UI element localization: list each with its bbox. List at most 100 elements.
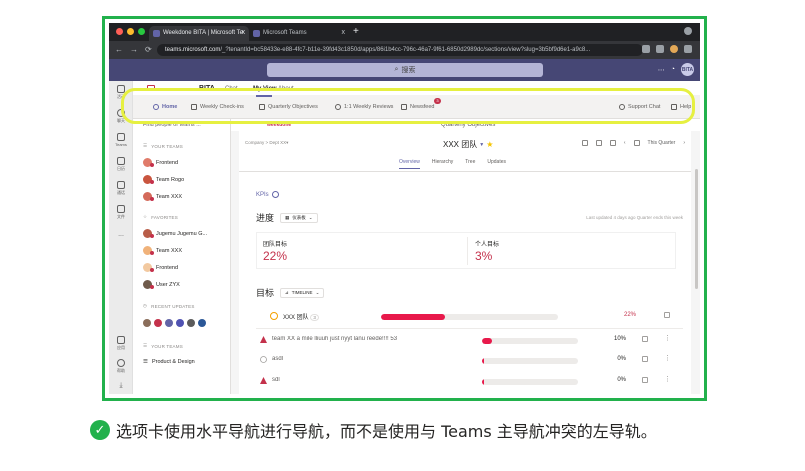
rail-item-calendar[interactable]: 日历 <box>109 157 133 172</box>
search-input[interactable]: ⌕ 搜索 <box>267 63 543 77</box>
bell-icon[interactable]: ◔ <box>671 66 675 73</box>
list-item[interactable]: Jugemu Jugemu G... <box>143 229 207 238</box>
rail-item-calls[interactable]: 通话 <box>109 181 133 196</box>
rail-item-teams[interactable]: Teams <box>109 133 133 147</box>
rail-item-files[interactable]: 文件 <box>109 205 133 220</box>
download-icon[interactable]: ⤓ <box>109 382 133 390</box>
reload-icon[interactable]: ⟳ <box>145 45 152 54</box>
list-item[interactable]: Team XXX <box>143 192 182 201</box>
dashboard-dropdown[interactable]: ▦ 仪表板 ⌄ <box>280 212 318 223</box>
tab-close-icon[interactable]: x <box>342 29 346 36</box>
row-label: team XX a mile lliuuh just nyyt lanu ree… <box>272 336 398 342</box>
team-avatar-icon <box>143 158 154 167</box>
list-item[interactable]: Team XXX <box>143 246 182 255</box>
external-link-icon[interactable] <box>642 336 648 342</box>
table-row[interactable]: sdl 0% ⋮ <box>256 372 683 392</box>
kpis-link[interactable]: KPIs <box>256 191 279 198</box>
list-item[interactable]: Frontend <box>143 263 178 272</box>
team-avatar-icon <box>143 263 154 272</box>
url-path: /_?tenantId=bc58433e-e88-4fc7-b11e-39fd4… <box>220 47 591 53</box>
window-controls[interactable] <box>116 28 145 35</box>
close-window-icon[interactable] <box>116 28 123 35</box>
table-row[interactable]: team XX a mile lliuuh just nyyt lanu ree… <box>256 331 683 351</box>
forward-icon[interactable]: → <box>130 45 138 54</box>
back-icon[interactable]: ← <box>115 45 123 54</box>
rail-item-more[interactable]: ... <box>109 231 133 238</box>
avatar[interactable] <box>176 319 184 327</box>
avatar[interactable] <box>154 319 162 327</box>
comment-icon[interactable] <box>609 140 616 146</box>
app-area: BITA Chat My View About Home Weekly Chec… <box>133 81 700 394</box>
browser-tab-bar: Weekdone BITA | Microsoft Te x Microsoft… <box>109 23 700 41</box>
ellipsis-icon[interactable]: ⋯ <box>658 66 665 74</box>
browser-tab-weekdone[interactable]: Weekdone BITA | Microsoft Te x <box>149 26 249 41</box>
team-avatar-icon <box>143 192 154 201</box>
subtab-overview[interactable]: Overview <box>399 159 420 169</box>
chevron-right-icon[interactable]: › <box>683 140 685 146</box>
chevron-left-icon[interactable]: ‹ <box>624 140 626 146</box>
chart-icon: ⊿ <box>285 289 289 295</box>
progress-bar <box>482 379 578 385</box>
subtab-hierarchy[interactable]: Hierarchy <box>432 159 453 169</box>
list-item[interactable]: Team Rogo <box>143 175 184 184</box>
table-row[interactable]: XXX 团队 3 22% <box>256 307 683 327</box>
scrollbar[interactable] <box>695 169 698 289</box>
more-options-icon[interactable]: ⋮ <box>664 334 671 342</box>
browser-menu-icon[interactable] <box>684 27 692 35</box>
progress-bar <box>482 338 578 344</box>
team-avatar-icon <box>143 246 154 255</box>
rail-label: 日历 <box>117 166 125 171</box>
browser-tab-teams[interactable]: Microsoft Teams x <box>249 26 349 41</box>
more-options-icon[interactable]: ⋮ <box>664 354 671 362</box>
section-favorites: ☆ FAVORITES <box>143 214 178 220</box>
list-item[interactable]: ☰ Product & Design <box>143 359 195 365</box>
user-avatar[interactable]: BITA <box>681 63 694 76</box>
url-input[interactable]: teams.microsoft.com/_?tenantId=bc58433e-… <box>157 44 643 56</box>
progress-title: 进度 <box>256 213 275 223</box>
more-options-icon[interactable]: ⋮ <box>664 375 671 383</box>
calendar-icon <box>117 157 125 165</box>
export-icon[interactable] <box>581 140 588 146</box>
team-title[interactable]: XXX 团队 ▼ ★ <box>443 139 493 150</box>
list-item[interactable]: User ZYX <box>143 280 180 289</box>
avatar[interactable] <box>187 319 195 327</box>
quarter-selector[interactable]: This Quarter <box>648 140 676 146</box>
divider <box>239 171 691 172</box>
section-your-teams-2: ☰ YOUR TEAMS <box>143 343 183 349</box>
avatar[interactable] <box>143 319 151 327</box>
timeline-dropdown[interactable]: ⊿ TIMELINE ⌄ <box>280 287 325 298</box>
avatar[interactable] <box>198 319 206 327</box>
collapse-icon[interactable] <box>664 312 670 318</box>
avatar[interactable] <box>165 319 173 327</box>
breadcrumb[interactable]: Company > Dept XX▾ <box>245 140 288 146</box>
rail-label: 文件 <box>117 214 125 219</box>
subtab-updates[interactable]: Updates <box>487 159 506 169</box>
team-goal-label: 团队目标 <box>263 242 288 248</box>
teams-left-rail: 活动 聊天 Teams 日历 通话 文件 ... 应用 帮助 ⤓ <box>109 81 133 394</box>
star-icon[interactable]: ★ <box>486 140 493 149</box>
rail-label: 通话 <box>117 190 125 195</box>
help-icon <box>117 359 125 367</box>
recent-avatars <box>143 319 206 327</box>
extensions-icon[interactable] <box>656 45 664 53</box>
rail-item-help[interactable]: 帮助 <box>109 359 133 374</box>
star-icon: ☆ <box>143 214 148 219</box>
rail-item-apps[interactable]: 应用 <box>109 336 133 351</box>
external-link-icon[interactable] <box>642 356 648 362</box>
tab-close-icon[interactable]: x <box>242 29 246 36</box>
table-row[interactable]: asdl 0% ⋮ <box>256 351 683 371</box>
kebab-menu-icon[interactable] <box>684 45 692 53</box>
list-item[interactable]: Frontend <box>143 158 178 167</box>
profile-avatar-icon[interactable] <box>670 45 678 53</box>
share-icon[interactable] <box>595 140 602 146</box>
goals-title: 目标 <box>256 288 275 298</box>
teams-header-right: ⋯ ◔ BITA <box>658 63 694 76</box>
maximize-window-icon[interactable] <box>138 28 145 35</box>
minimize-window-icon[interactable] <box>127 28 134 35</box>
bookmark-star-icon[interactable] <box>642 45 650 53</box>
new-tab-button[interactable]: + <box>353 26 359 37</box>
subtab-tree[interactable]: Tree <box>465 159 475 169</box>
personal-goal-label: 个人目标 <box>475 242 500 248</box>
calendar-icon[interactable] <box>633 140 640 146</box>
external-link-icon[interactable] <box>642 377 648 383</box>
